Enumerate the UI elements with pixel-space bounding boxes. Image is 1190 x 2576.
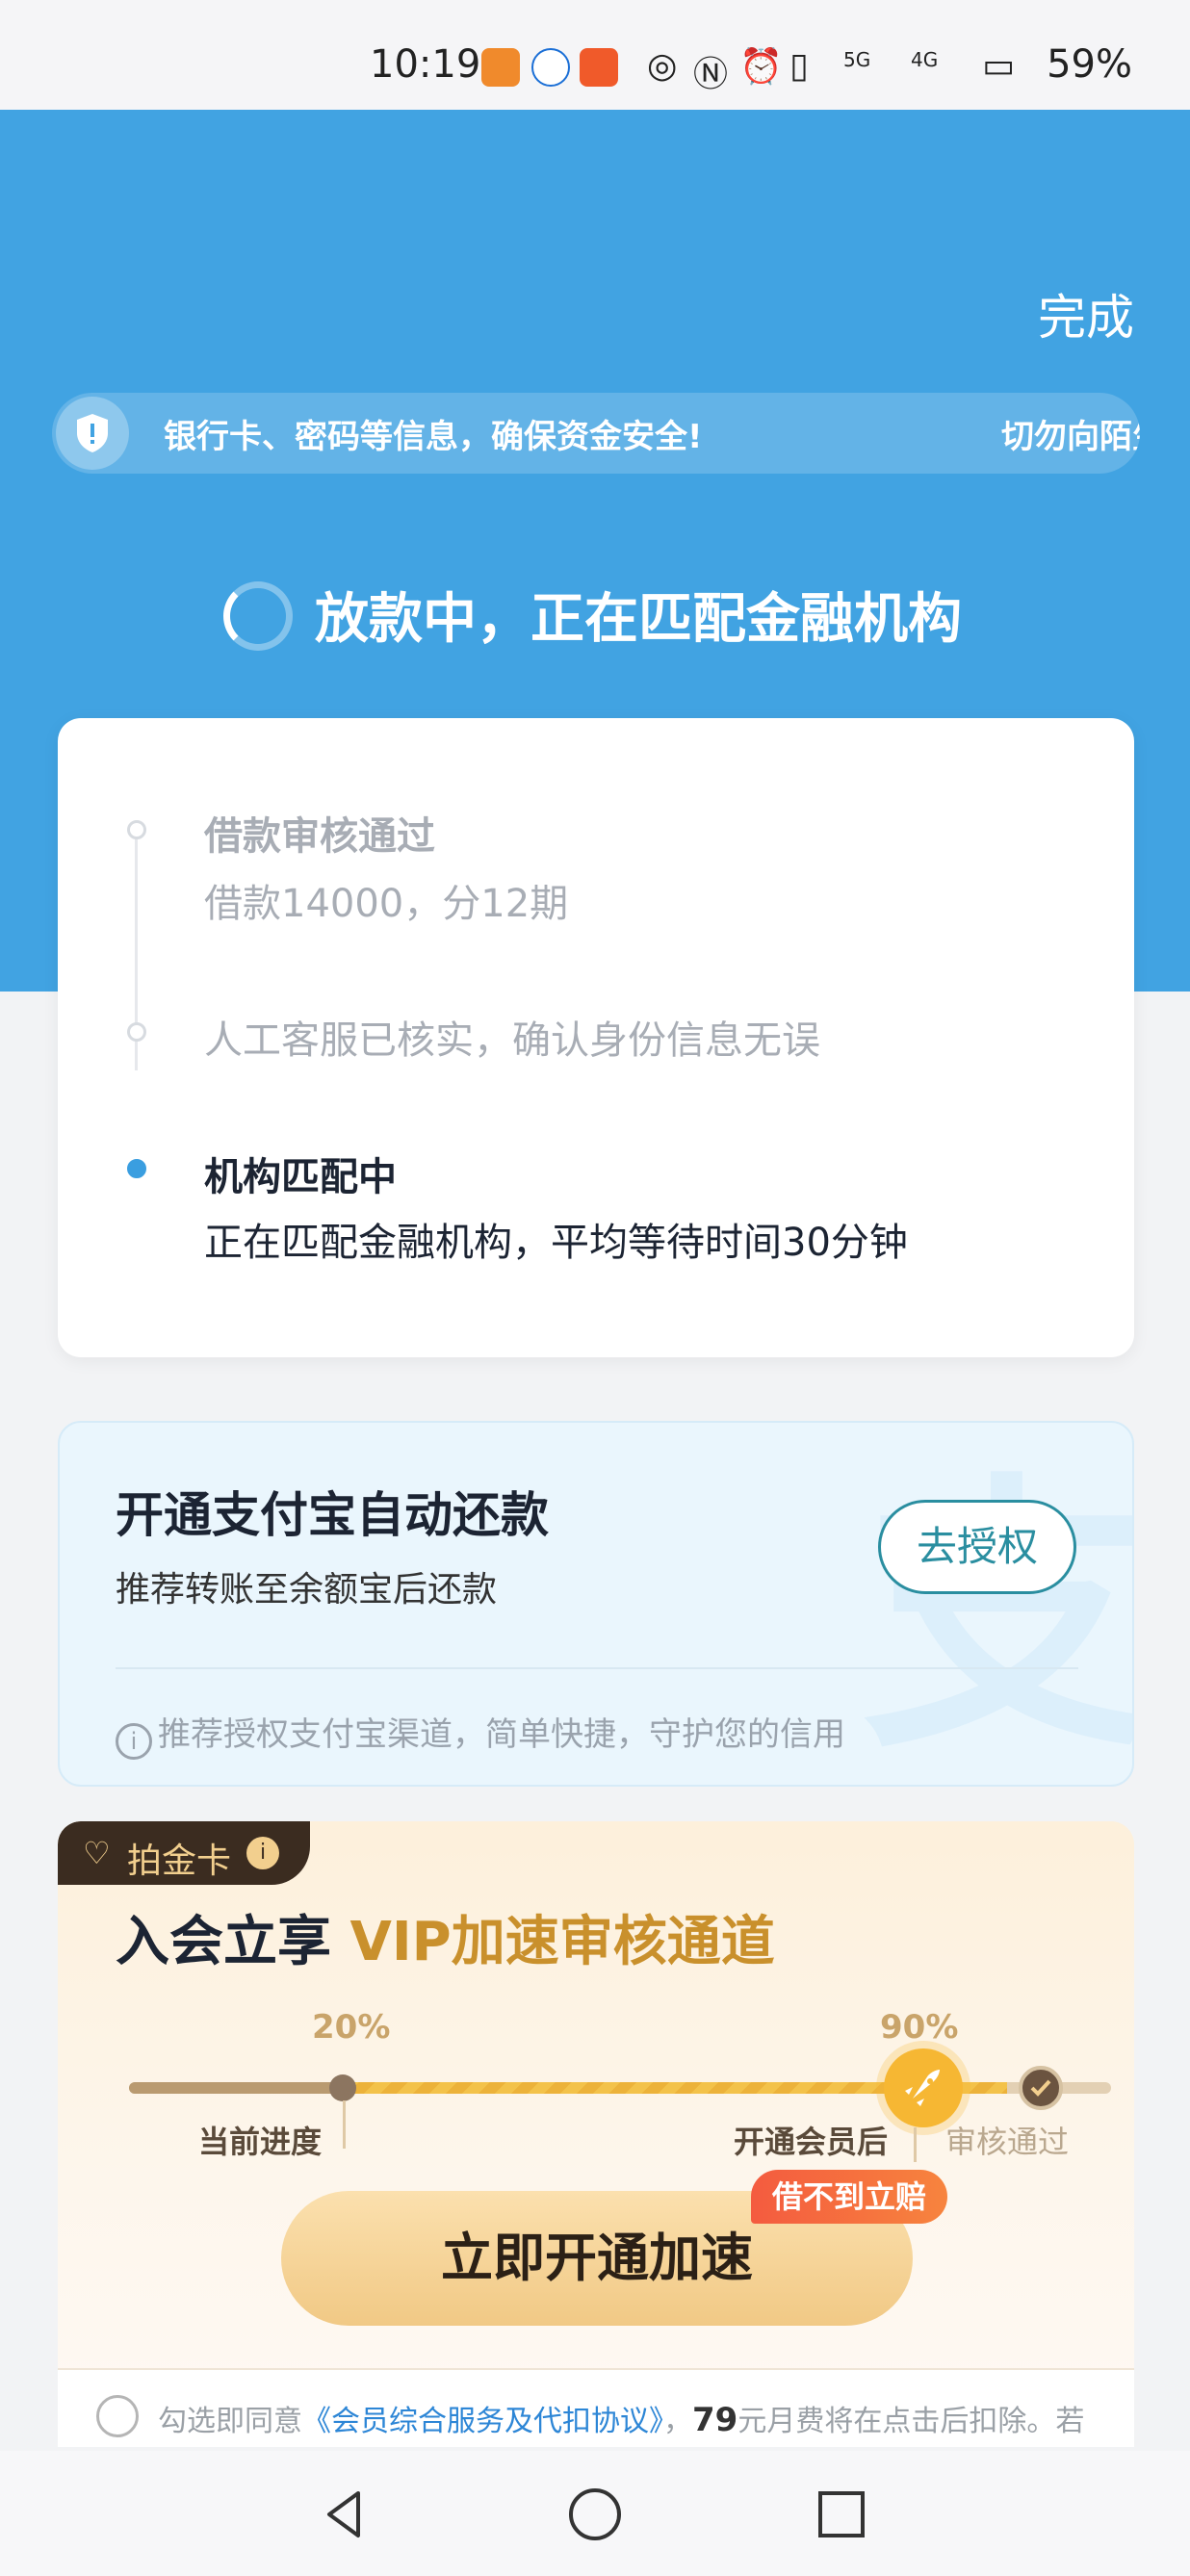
divider xyxy=(116,1667,1078,1669)
alarm-icon: ⏰ xyxy=(739,47,783,87)
progress-card: 借款审核通过 借款14000，分12期 人工客服已核实，确认身份信息无误 机构匹… xyxy=(58,718,1134,1357)
timeline-dot xyxy=(127,1022,146,1042)
progress-knob xyxy=(329,2074,356,2101)
browser-icon xyxy=(531,48,570,87)
notice-text: 银行卡、密码等信息，确保资金安全! xyxy=(164,418,703,456)
battery-level: 59% xyxy=(1047,42,1132,87)
agreement-row: 勾选即同意《会员综合服务及代扣协议》，79元月费将在点击后扣除。若 xyxy=(58,2368,1134,2447)
vip-card: ♡ 拍金卡 i 入会立享 VIP加速审核通道 20% 90% 当前进度 开通会员… xyxy=(58,1821,1134,2418)
info-icon: i xyxy=(116,1723,152,1760)
alipay-title: 开通支付宝自动还款 xyxy=(116,1487,549,1543)
security-notice: 银行卡、密码等信息，确保资金安全! 切勿向陌生 xyxy=(52,393,1140,474)
agreement-text: 勾选即同意《会员综合服务及代扣协议》，79元月费将在点击后扣除。若 xyxy=(158,2401,1085,2439)
shield-icon xyxy=(56,397,129,470)
step-subtitle-active: 正在匹配金融机构，平均等待时间30分钟 xyxy=(204,1221,908,1265)
alipay-subtitle: 推荐转账至余额宝后还款 xyxy=(116,1570,498,1610)
diamond-icon: ♡ xyxy=(83,1835,111,1871)
nfc-icon: ◎ xyxy=(647,46,678,86)
agree-checkbox[interactable] xyxy=(96,2395,139,2437)
alipay-watermark-icon: 支 xyxy=(863,1451,1134,1787)
step-subtitle: 借款14000，分12期 xyxy=(204,882,569,926)
current-progress-pct: 20% xyxy=(312,2008,391,2047)
notice-text-2: 切勿向陌生 xyxy=(1001,418,1140,456)
step-title: 人工客服已核实，确认身份信息无误 xyxy=(204,1018,820,1063)
taobao-icon xyxy=(481,48,520,87)
timeline-dot-active xyxy=(127,1159,146,1178)
tick-marker xyxy=(343,2100,346,2149)
timeline-dot xyxy=(127,820,146,839)
vip-tab[interactable]: ♡ 拍金卡 i xyxy=(58,1821,310,1885)
alipay-tip-text: 推荐授权支付宝渠道，简单快捷，守护您的信用 xyxy=(158,1715,845,1754)
check-icon xyxy=(1019,2066,1063,2110)
authorize-button[interactable]: 去授权 xyxy=(878,1500,1076,1594)
signal-5g-icon: 5G xyxy=(843,48,871,71)
loan-status-title: 放款中，正在匹配金融机构 xyxy=(315,588,962,651)
guarantee-badge: 借不到立赔 xyxy=(751,2170,948,2224)
rocket-icon xyxy=(884,2048,963,2127)
system-nav-bar xyxy=(0,2451,1190,2576)
label-current-progress: 当前进度 xyxy=(198,2124,323,2160)
progress-fill xyxy=(129,2082,343,2094)
agreement-link[interactable]: 《会员综合服务及代扣协议》 xyxy=(302,2405,663,2438)
info-icon[interactable]: i xyxy=(246,1837,279,1869)
signal-4g-icon: 4G xyxy=(911,48,939,71)
back-icon[interactable] xyxy=(314,2484,375,2545)
label-review-passed: 审核通过 xyxy=(945,2124,1070,2160)
recents-icon[interactable] xyxy=(811,2484,872,2545)
vip-heading: 入会立享 VIP加速审核通道 xyxy=(116,1911,775,1973)
status-bar: 10:19 ◎ Ⓝ ⏰ ▯ 5G 4G ▭ 59% xyxy=(0,0,1190,110)
home-icon[interactable] xyxy=(564,2484,626,2545)
alipay-tip: i 推荐授权支付宝渠道，简单快捷，守护您的信用 xyxy=(116,1708,845,1760)
battery-icon: ▭ xyxy=(982,46,1016,86)
n-icon: Ⓝ xyxy=(693,55,729,94)
clock: 10:19 xyxy=(370,42,481,87)
tick-marker xyxy=(914,2127,917,2162)
vip-tab-label: 拍金卡 xyxy=(127,1842,232,1881)
done-button[interactable]: 完成 xyxy=(1038,279,1134,348)
alipay-autopay-card: 支 开通支付宝自动还款 推荐转账至余额宝后还款 去授权 i 推荐授权支付宝渠道，简… xyxy=(58,1421,1134,1787)
label-after-membership: 开通会员后 xyxy=(734,2124,889,2160)
step-title-active: 机构匹配中 xyxy=(204,1155,397,1199)
vibrate-icon: ▯ xyxy=(789,46,809,86)
step-title: 借款审核通过 xyxy=(204,814,435,859)
app-icon xyxy=(580,48,618,87)
member-progress-pct: 90% xyxy=(880,2008,959,2047)
